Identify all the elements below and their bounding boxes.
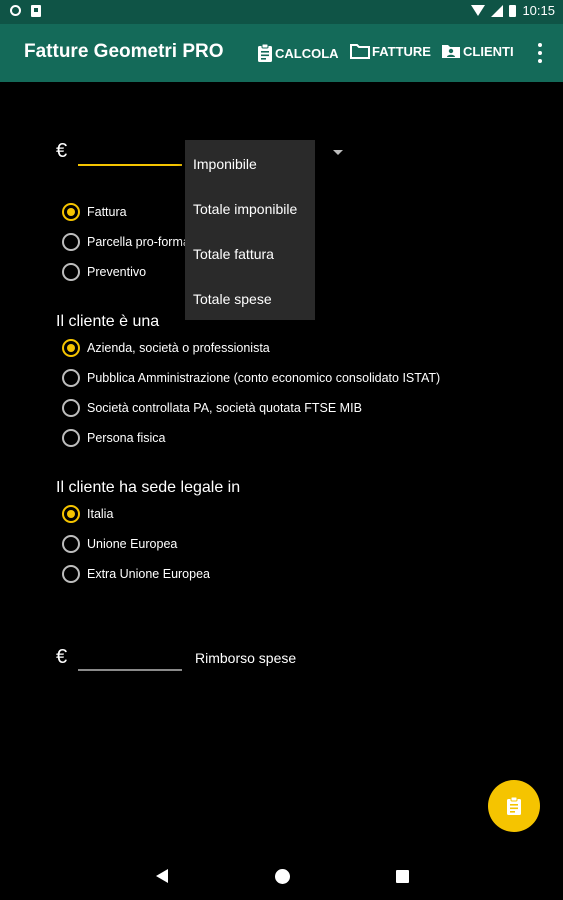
spinner-arrow-icon[interactable] bbox=[333, 150, 343, 155]
sd-card-icon bbox=[31, 5, 41, 17]
radio-label: Italia bbox=[87, 507, 114, 521]
navigation-bar bbox=[0, 852, 563, 900]
radio-unione-europea[interactable]: Unione Europea bbox=[62, 535, 177, 553]
status-time: 10:15 bbox=[522, 3, 555, 18]
radio-extra-unione-europea[interactable]: Extra Unione Europea bbox=[62, 565, 210, 583]
radio-label: Azienda, società o professionista bbox=[87, 341, 270, 355]
radio-societa-controllata[interactable]: Società controllata PA, società quotata … bbox=[62, 399, 362, 417]
radio-button[interactable] bbox=[62, 429, 80, 447]
radio-label: Pubblica Amministrazione (conto economic… bbox=[87, 371, 441, 385]
battery-icon bbox=[509, 4, 517, 17]
radio-button[interactable] bbox=[62, 263, 80, 281]
radio-pubblica-amministrazione[interactable]: Pubblica Amministrazione (conto economic… bbox=[62, 369, 440, 387]
home-icon[interactable] bbox=[275, 869, 290, 884]
radio-label: Extra Unione Europea bbox=[87, 567, 210, 581]
fatture-label: FATTURE bbox=[372, 43, 431, 59]
calcola-button[interactable]: CALCOLA bbox=[257, 43, 339, 63]
radio-button[interactable] bbox=[62, 535, 80, 553]
radio-label: Parcella pro-forma bbox=[87, 235, 190, 249]
radio-button[interactable] bbox=[62, 339, 80, 357]
radio-button[interactable] bbox=[62, 369, 80, 387]
calcola-label: CALCOLA bbox=[275, 45, 339, 61]
radio-italia[interactable]: Italia bbox=[62, 505, 113, 523]
radio-preventivo[interactable]: Preventivo bbox=[62, 263, 146, 281]
dropdown-item-totale-spese[interactable]: Totale spese bbox=[193, 291, 272, 307]
reimbursement-currency-symbol: € bbox=[56, 646, 68, 668]
client-location-title: Il cliente ha sede legale in bbox=[56, 479, 241, 496]
overflow-menu-icon[interactable] bbox=[537, 43, 543, 63]
folder-icon bbox=[350, 44, 370, 59]
client-type-title: Il cliente è una bbox=[56, 313, 160, 330]
back-icon[interactable] bbox=[156, 869, 168, 883]
radio-parcella-pro-forma[interactable]: Parcella pro-forma bbox=[62, 233, 190, 251]
radio-azienda[interactable]: Azienda, società o professionista bbox=[62, 339, 270, 357]
radio-button[interactable] bbox=[62, 565, 80, 583]
clipboard-icon bbox=[258, 43, 272, 62]
app-bar: Fatture Geometri PRO CALCOLA FATTURE CLI… bbox=[0, 24, 563, 82]
radio-label: Unione Europea bbox=[87, 537, 178, 551]
fatture-button[interactable]: FATTURE bbox=[350, 43, 431, 59]
wifi-icon bbox=[471, 5, 486, 16]
signal-icon bbox=[491, 4, 504, 17]
radio-button[interactable] bbox=[62, 399, 80, 417]
radio-label: Persona fisica bbox=[87, 431, 166, 445]
clienti-button[interactable]: CLIENTI bbox=[441, 43, 514, 59]
radio-button[interactable] bbox=[62, 505, 80, 523]
radio-button[interactable] bbox=[62, 203, 80, 221]
radio-label: Preventivo bbox=[87, 265, 147, 279]
radio-label: Società controllata PA, società quotata … bbox=[87, 401, 362, 415]
reimbursement-label: Rimborso spese bbox=[195, 650, 297, 666]
radio-persona-fisica[interactable]: Persona fisica bbox=[62, 429, 166, 447]
amount-input-underline bbox=[78, 164, 182, 166]
dropdown-item-imponibile[interactable]: Imponibile bbox=[193, 156, 257, 172]
dropdown-item-totale-fattura[interactable]: Totale fattura bbox=[193, 246, 274, 262]
reimbursement-input-underline bbox=[78, 669, 182, 671]
recents-icon[interactable] bbox=[396, 870, 409, 883]
currency-symbol: € bbox=[56, 140, 68, 162]
radio-button[interactable] bbox=[62, 233, 80, 251]
amount-input[interactable] bbox=[78, 136, 185, 166]
radio-fattura[interactable]: Fattura bbox=[62, 203, 127, 221]
amount-type-dropdown: Imponibile Totale imponibile Totale fatt… bbox=[185, 140, 315, 320]
clienti-label: CLIENTI bbox=[463, 43, 514, 59]
contact-card-icon bbox=[442, 45, 460, 58]
dropdown-item-totale-imponibile[interactable]: Totale imponibile bbox=[193, 201, 297, 217]
notification-circle-icon bbox=[10, 5, 21, 16]
clipboard-icon bbox=[507, 796, 521, 815]
reimbursement-input[interactable] bbox=[78, 642, 185, 672]
status-bar: 10:15 bbox=[0, 0, 563, 24]
radio-label: Fattura bbox=[87, 205, 127, 219]
app-title: Fatture Geometri PRO bbox=[24, 41, 224, 62]
calculate-fab[interactable] bbox=[488, 780, 540, 832]
